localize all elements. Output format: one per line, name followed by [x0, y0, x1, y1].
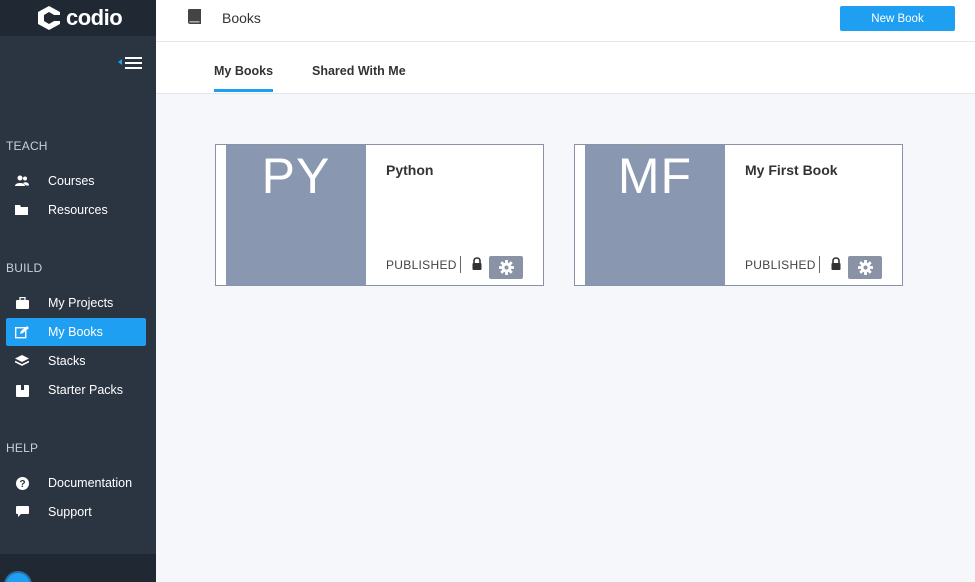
sidebar-item-label: My Projects — [48, 296, 114, 310]
section-heading-teach: TEACH — [6, 139, 48, 153]
sidebar-item-label: Support — [48, 505, 92, 519]
tab-shared-with-me[interactable]: Shared With Me — [312, 64, 406, 89]
box-icon — [15, 383, 29, 397]
sidebar: codio TEACH Courses Resources BUILD My P… — [0, 0, 156, 582]
sidebar-item-my-projects[interactable]: My Projects — [6, 289, 146, 317]
section-heading-help: HELP — [6, 441, 39, 455]
book-title: Python — [386, 162, 434, 178]
sidebar-footer — [0, 554, 156, 582]
gear-icon — [498, 260, 514, 275]
folder-icon — [15, 203, 29, 217]
briefcase-icon — [15, 296, 29, 310]
sidebar-item-label: Documentation — [48, 476, 133, 490]
book-card-python[interactable]: PY Python PUBLISHED — [215, 144, 544, 286]
sidebar-item-label: Resources — [48, 203, 108, 217]
lock-icon — [472, 257, 482, 270]
sidebar-item-my-books[interactable]: My Books — [6, 318, 146, 346]
book-title: My First Book — [745, 162, 838, 178]
book-thumbnail: MF — [585, 145, 725, 285]
sidebar-item-support[interactable]: Support — [6, 498, 146, 526]
top-bar: Books New Book — [156, 0, 975, 42]
collapse-menu-icon[interactable] — [118, 54, 144, 72]
book-icon — [188, 9, 201, 24]
divider — [460, 256, 461, 273]
chat-icon — [15, 505, 29, 519]
book-settings-button[interactable] — [489, 256, 523, 279]
tab-my-books[interactable]: My Books — [214, 64, 274, 92]
sidebar-item-resources[interactable]: Resources — [6, 196, 146, 224]
avatar[interactable] — [4, 571, 32, 582]
section-heading-build: BUILD — [6, 261, 43, 275]
sidebar-item-stacks[interactable]: Stacks — [6, 347, 146, 375]
sidebar-item-starter-packs[interactable]: Starter Packs — [6, 376, 146, 404]
sidebar-item-label: Courses — [48, 174, 95, 188]
gear-icon — [857, 260, 873, 275]
logo-text: codio — [66, 5, 123, 30]
logo[interactable]: codio — [0, 0, 156, 36]
status-badge: PUBLISHED — [745, 258, 816, 272]
codio-logo-icon — [38, 6, 60, 30]
sidebar-item-courses[interactable]: Courses — [6, 167, 146, 195]
layers-icon — [15, 354, 29, 368]
users-icon — [15, 174, 29, 188]
status-badge: PUBLISHED — [386, 258, 457, 272]
lock-icon — [831, 257, 841, 270]
book-settings-button[interactable] — [848, 256, 882, 279]
new-book-button[interactable]: New Book — [840, 6, 955, 31]
page-title: Books — [222, 10, 261, 26]
sidebar-item-label: My Books — [48, 325, 103, 339]
book-thumbnail: PY — [226, 145, 366, 285]
sidebar-item-label: Stacks — [48, 354, 86, 368]
question-icon: ? — [15, 476, 29, 490]
divider — [819, 256, 820, 273]
tabs-bar: My Books Shared With Me — [156, 42, 975, 94]
svg-text:?: ? — [19, 479, 25, 490]
edit-icon — [15, 325, 29, 339]
book-card-my-first-book[interactable]: MF My First Book PUBLISHED — [574, 144, 903, 286]
sidebar-item-documentation[interactable]: ? Documentation — [6, 469, 146, 497]
sidebar-item-label: Starter Packs — [48, 383, 124, 397]
